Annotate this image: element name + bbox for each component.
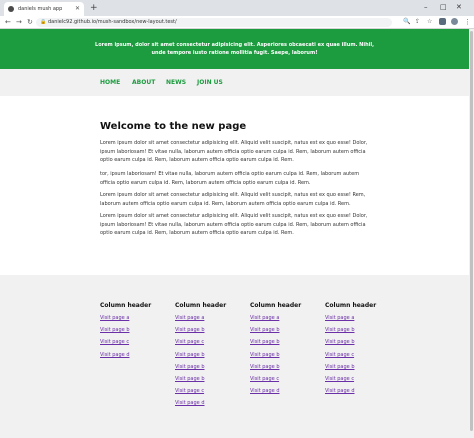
address-toolbar: ← → ↻ 🔒 danielc92.github.io/mush-sandbox… xyxy=(0,16,474,29)
column-header: Column header xyxy=(175,302,227,309)
footer-link[interactable]: Visit page c xyxy=(100,339,151,351)
close-tab-icon[interactable]: ✕ xyxy=(75,6,80,12)
footer-link[interactable]: Visit page b xyxy=(175,364,226,376)
footer-link[interactable]: Visit page b xyxy=(175,376,226,388)
zoom-icon[interactable]: 🔍 xyxy=(403,17,410,27)
footer-link[interactable]: Visit page b xyxy=(250,352,301,364)
menu-icon[interactable]: ⋮ xyxy=(464,17,471,27)
browser-tab-bar: daniels mush app ✕ + – □ ✕ xyxy=(0,0,474,16)
banner-text: Lorem ipsum, dolor sit amet consectetur … xyxy=(95,42,374,56)
page-scrollbar[interactable] xyxy=(469,29,474,438)
footer-link[interactable]: Visit page b xyxy=(250,339,301,351)
footer-link[interactable]: Visit page c xyxy=(250,376,301,388)
new-tab-button[interactable]: + xyxy=(90,3,98,13)
paragraph: Lorem ipsum dolor sit amet consectetur a… xyxy=(100,192,366,207)
footer-link[interactable]: Visit page c xyxy=(175,339,226,351)
footer-link[interactable]: Visit page c xyxy=(175,388,226,400)
web-page: Lorem ipsum, dolor sit amet consectetur … xyxy=(0,29,469,438)
scrollbar-thumb[interactable] xyxy=(470,31,473,431)
footer-link[interactable]: Visit page b xyxy=(325,327,376,339)
footer-link[interactable]: Visit page d xyxy=(325,388,376,400)
maximize-icon[interactable]: □ xyxy=(440,2,447,12)
footer-link[interactable]: Visit page a xyxy=(100,315,151,327)
footer-link[interactable]: Visit page d xyxy=(250,388,301,400)
footer-link[interactable]: Visit page a xyxy=(250,315,301,327)
paragraph: tor, ipsum laboriosam! Et vitae nulla, l… xyxy=(100,171,360,186)
close-window-icon[interactable]: ✕ xyxy=(456,2,462,12)
profile-icon[interactable] xyxy=(451,18,458,25)
forward-icon[interactable]: → xyxy=(16,17,22,27)
nav-news-link[interactable]: NEWS xyxy=(166,79,186,86)
footer-link[interactable]: Visit page b xyxy=(250,327,301,339)
column-header: Column header xyxy=(250,302,302,309)
minimize-icon[interactable]: – xyxy=(424,2,428,12)
lock-icon: 🔒 xyxy=(40,18,47,25)
paragraph: Lorem ipsum dolor sit amet consectetur a… xyxy=(100,140,368,163)
footer-link[interactable]: Visit page b xyxy=(100,327,151,339)
footer-link[interactable]: Visit page c xyxy=(325,352,376,364)
footer-link[interactable]: Visit page b xyxy=(325,339,376,351)
footer-link[interactable]: Visit page b xyxy=(325,364,376,376)
footer-column: Column header Visit page a Visit page b … xyxy=(250,302,301,400)
tab-title: daniels mush app xyxy=(18,6,63,12)
page-title: Welcome to the new page xyxy=(100,121,247,132)
footer-column: Column header Visit page a Visit page b … xyxy=(100,302,151,364)
url-text: danielc92.github.io/mush-sandbox/new-lay… xyxy=(48,18,177,25)
site-footer: Column header Visit page a Visit page b … xyxy=(0,275,469,438)
footer-link[interactable]: Visit page c xyxy=(325,376,376,388)
reload-icon[interactable]: ↻ xyxy=(27,17,33,27)
footer-link[interactable]: Visit page d xyxy=(175,400,226,412)
hero-banner: Lorem ipsum, dolor sit amet consectetur … xyxy=(0,29,469,69)
footer-column: Column header Visit page a Visit page b … xyxy=(175,302,226,413)
nav-join-us-link[interactable]: JOIN US xyxy=(197,79,223,86)
browser-tab[interactable]: daniels mush app ✕ xyxy=(4,2,84,16)
paragraph: Lorem ipsum dolor sit amet consectetur a… xyxy=(100,213,368,236)
footer-link[interactable]: Visit page b xyxy=(250,364,301,376)
footer-column: Column header Visit page a Visit page b … xyxy=(325,302,376,400)
footer-link[interactable]: Visit page a xyxy=(175,315,226,327)
footer-link[interactable]: Visit page a xyxy=(325,315,376,327)
star-icon[interactable]: ☆ xyxy=(427,17,432,27)
column-header: Column header xyxy=(100,302,152,309)
footer-link[interactable]: Visit page b xyxy=(175,352,226,364)
extensions-icon[interactable] xyxy=(439,18,446,25)
url-field[interactable]: 🔒 danielc92.github.io/mush-sandbox/new-l… xyxy=(36,17,392,27)
column-header: Column header xyxy=(325,302,377,309)
main-nav: HOME ABOUT NEWS JOIN US xyxy=(0,69,469,96)
favicon-icon xyxy=(8,6,14,12)
share-icon[interactable]: ⇪ xyxy=(415,17,420,27)
nav-home-link[interactable]: HOME xyxy=(100,79,120,86)
footer-link[interactable]: Visit page b xyxy=(175,327,226,339)
footer-link[interactable]: Visit page d xyxy=(100,352,151,364)
back-icon[interactable]: ← xyxy=(5,17,11,27)
nav-about-link[interactable]: ABOUT xyxy=(132,79,155,86)
